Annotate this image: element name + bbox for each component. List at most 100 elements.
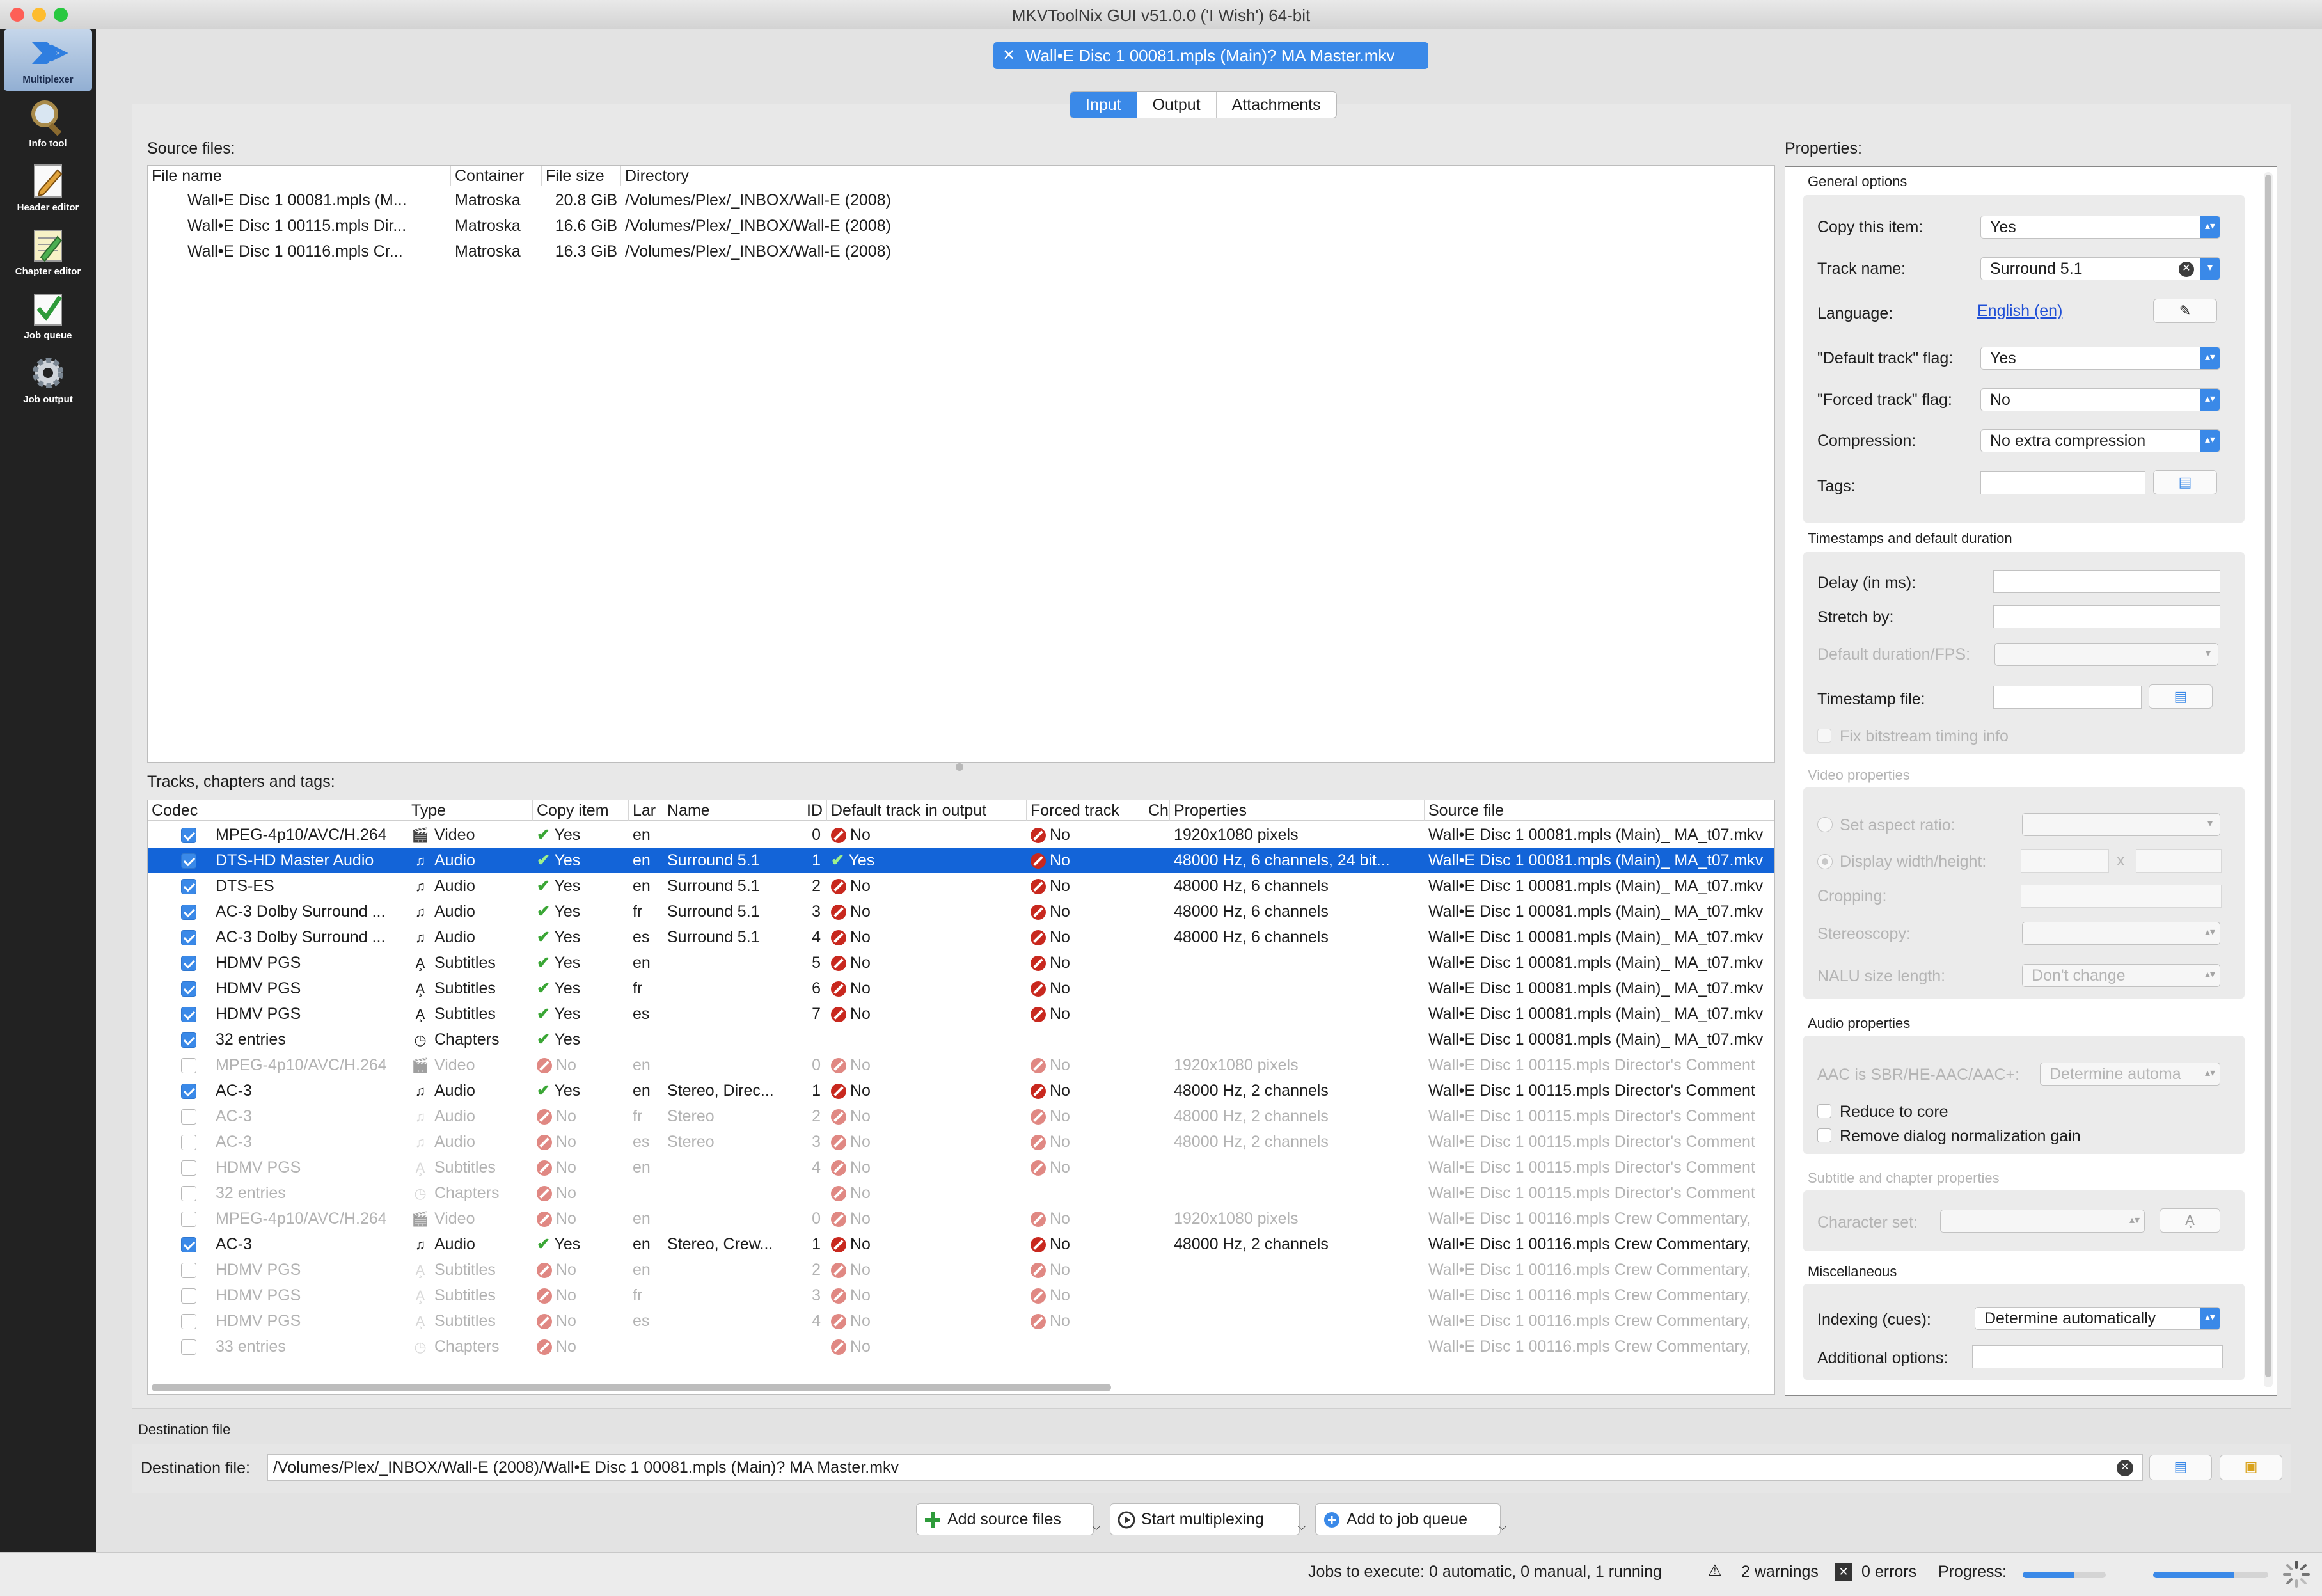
column-default-track[interactable]: Default track in output xyxy=(827,800,1027,821)
tags-input[interactable] xyxy=(1980,471,2145,494)
indexing-select[interactable]: Determine automatically ▴▾ xyxy=(1975,1307,2220,1330)
track-row[interactable]: 32 entries ◷ Chapters ✔ Yes Wall•E Disc 1 00… xyxy=(148,1027,1774,1052)
display-wh-radio[interactable] xyxy=(1817,854,1833,869)
track-row[interactable]: DTS-ES ♫ Audio ✔ Yes en Surround 5.1 2 No No 4800… xyxy=(148,873,1774,899)
track-checkbox[interactable] xyxy=(181,1109,196,1125)
edit-language-button[interactable]: ✎ xyxy=(2153,299,2217,323)
track-row[interactable]: HDMV PGS A̧ Subtitles ✔ Yes en 5 No No Wall•E Di… xyxy=(148,950,1774,976)
stretch-input[interactable] xyxy=(1993,605,2220,628)
track-checkbox[interactable] xyxy=(181,1339,196,1355)
track-checkbox[interactable] xyxy=(181,930,196,945)
properties-scrollbar-track[interactable] xyxy=(2264,172,2273,1387)
warnings-count[interactable]: 2 warnings xyxy=(1741,1563,1819,1581)
sidebar-item-job-queue[interactable]: Job queue xyxy=(4,285,92,347)
track-row[interactable]: MPEG-4p10/AVC/H.264 🎬 Video No en 0 No No 1920x1… xyxy=(148,1052,1774,1078)
reduce-core-checkbox[interactable] xyxy=(1817,1104,1831,1118)
aac-select[interactable]: Determine automa ▴▾ xyxy=(2040,1063,2220,1086)
job-file-tab[interactable]: ✕ Wall•E Disc 1 00081.mpls (Main)? MA Ma… xyxy=(993,42,1428,69)
sidebar-item-header-editor[interactable]: Header editor xyxy=(4,157,92,219)
open-folder-button[interactable]: ▣ xyxy=(2220,1455,2282,1480)
column-file-name[interactable]: File name xyxy=(148,166,451,186)
tab-input[interactable]: Input xyxy=(1070,92,1137,118)
track-row[interactable]: AC-3 ♫ Audio No fr Stereo 2 No No 48000 Hz, 2 cha… xyxy=(148,1103,1774,1129)
track-checkbox[interactable] xyxy=(181,956,196,971)
column-properties[interactable]: Properties xyxy=(1170,800,1425,821)
browse-timestamp-file-button[interactable]: ▤ xyxy=(2149,684,2213,709)
add-to-job-queue-button[interactable]: Add to job queue xyxy=(1315,1503,1501,1535)
aspect-ratio-select[interactable]: ▾ xyxy=(2022,813,2220,836)
track-row[interactable]: HDMV PGS A̧ Subtitles ✔ Yes fr 6 No No Wall•E Di… xyxy=(148,976,1774,1001)
tracks-horizontal-scrollbar[interactable] xyxy=(152,1384,1111,1391)
destination-input[interactable]: /Volumes/Plex/_INBOX/Wall-E (2008)/Wall•… xyxy=(267,1454,2143,1481)
track-checkbox[interactable] xyxy=(181,1288,196,1304)
chevron-down-icon[interactable]: ▾ xyxy=(2200,258,2220,280)
track-checkbox[interactable] xyxy=(181,828,196,843)
sidebar-item-chapter-editor[interactable]: Chapter editor xyxy=(4,221,92,283)
track-checkbox[interactable] xyxy=(181,1237,196,1252)
track-name-combo[interactable]: Surround 5.1 ✕ ▾ xyxy=(1980,257,2220,280)
default-duration-select[interactable]: ▾ xyxy=(1994,643,2218,666)
column-file-size[interactable]: File size xyxy=(542,166,621,186)
column-id[interactable]: ID xyxy=(791,800,827,821)
source-file-row[interactable]: Wall•E Disc 1 00081.mpls (M... Matroska 20… xyxy=(148,187,1774,213)
track-row[interactable]: HDMV PGS A̧ Subtitles No fr 3 No No Wall•E Disc … xyxy=(148,1283,1774,1308)
sidebar-item-job-output[interactable]: Job output xyxy=(4,349,92,411)
track-row[interactable]: AC-3 ♫ Audio ✔ Yes en Stereo, Direc... 1 No No 48… xyxy=(148,1078,1774,1103)
column-type[interactable]: Type xyxy=(407,800,533,821)
default-flag-select[interactable]: Yes ▴▾ xyxy=(1980,347,2220,370)
start-multiplexing-button[interactable]: Start multiplexing xyxy=(1110,1503,1300,1535)
track-checkbox[interactable] xyxy=(181,1084,196,1099)
splitter-handle[interactable] xyxy=(956,763,963,771)
properties-scrollbar-thumb[interactable] xyxy=(2265,175,2271,1377)
close-tab-icon[interactable]: ✕ xyxy=(1002,42,1015,69)
fix-bitstream-checkbox[interactable] xyxy=(1817,729,1831,743)
column-codec[interactable]: Codec xyxy=(148,800,407,821)
display-height-input[interactable] xyxy=(2136,849,2222,873)
track-row[interactable]: 33 entries ◷ Chapters No No Wall•E Disc 1 001… xyxy=(148,1334,1774,1359)
track-checkbox[interactable] xyxy=(181,1212,196,1227)
track-checkbox[interactable] xyxy=(181,1032,196,1048)
source-file-row[interactable]: Wall•E Disc 1 00115.mpls Dir... Matroska 1… xyxy=(148,213,1774,239)
add-source-files-button[interactable]: Add source files xyxy=(916,1503,1094,1535)
remove-dialog-checkbox[interactable] xyxy=(1817,1128,1831,1142)
track-checkbox[interactable] xyxy=(181,981,196,997)
jobs-status[interactable]: Jobs to execute: 0 automatic, 0 manual, … xyxy=(1308,1563,1662,1581)
column-source-file[interactable]: Source file xyxy=(1425,800,1774,821)
stereoscopy-select[interactable]: ▴▾ xyxy=(2022,922,2220,945)
track-row[interactable]: HDMV PGS A̧ Subtitles ✔ Yes es 7 No No Wall•E Di… xyxy=(148,1001,1774,1027)
track-checkbox[interactable] xyxy=(181,1160,196,1176)
clear-text-icon[interactable]: ✕ xyxy=(2117,1460,2133,1476)
start-mux-menu-arrow[interactable]: ⌵ xyxy=(1297,1520,1306,1533)
track-checkbox[interactable] xyxy=(181,853,196,869)
sidebar-item-multiplexer[interactable]: Multiplexer xyxy=(4,29,92,91)
compression-select[interactable]: No extra compression ▴▾ xyxy=(1980,429,2220,452)
track-checkbox[interactable] xyxy=(181,879,196,894)
charset-select[interactable]: ▴▾ xyxy=(1940,1210,2145,1233)
tab-attachments[interactable]: Attachments xyxy=(1217,92,1336,118)
column-language[interactable]: Lar xyxy=(629,800,663,821)
column-name[interactable]: Name xyxy=(663,800,791,821)
track-checkbox[interactable] xyxy=(181,1263,196,1278)
errors-count[interactable]: 0 errors xyxy=(1861,1563,1916,1581)
track-checkbox[interactable] xyxy=(181,1314,196,1329)
timestamp-file-input[interactable] xyxy=(1993,686,2142,709)
track-row[interactable]: 32 entries ◷ Chapters No No Wall•E Disc 1 001… xyxy=(148,1180,1774,1206)
track-checkbox[interactable] xyxy=(181,905,196,920)
charset-preview-button[interactable]: A̧ xyxy=(2160,1208,2220,1233)
column-directory[interactable]: Directory xyxy=(621,166,1774,186)
column-forced-track[interactable]: Forced track xyxy=(1027,800,1144,821)
track-row[interactable]: AC-3 Dolby Surround ... ♫ Audio ✔ Yes fr Surr… xyxy=(148,899,1774,924)
add-queue-menu-arrow[interactable]: ⌵ xyxy=(1498,1520,1507,1533)
browse-destination-button[interactable]: ▤ xyxy=(2149,1455,2212,1480)
track-row[interactable]: AC-3 ♫ Audio ✔ Yes en Stereo, Crew... 1 No No 480… xyxy=(148,1231,1774,1257)
add-source-menu-arrow[interactable]: ⌵ xyxy=(1092,1520,1101,1533)
copy-item-select[interactable]: Yes ▴▾ xyxy=(1980,216,2220,239)
sidebar-item-info-tool[interactable]: Info tool xyxy=(4,93,92,155)
track-row[interactable]: DTS-HD Master Audio ♫ Audio ✔ Yes en Surround… xyxy=(148,848,1774,873)
tracks-table[interactable]: Codec Type Copy item Lar Name ID Default… xyxy=(147,800,1775,1395)
cropping-input[interactable] xyxy=(2021,885,2222,908)
aspect-ratio-radio[interactable] xyxy=(1817,817,1833,832)
column-container[interactable]: Container xyxy=(451,166,542,186)
track-row[interactable]: HDMV PGS A̧ Subtitles No en 2 No No Wall•E Disc … xyxy=(148,1257,1774,1283)
track-checkbox[interactable] xyxy=(181,1135,196,1150)
